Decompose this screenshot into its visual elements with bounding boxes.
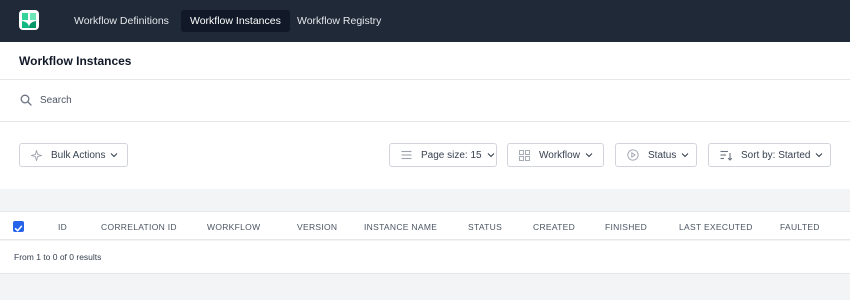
page-title: Workflow Instances <box>19 54 132 68</box>
column-header-version[interactable]: VERSION <box>297 222 337 232</box>
search-icon <box>20 94 32 106</box>
column-header-last-executed[interactable]: LAST EXECUTED <box>679 222 753 232</box>
play-circle-icon <box>627 149 639 161</box>
workflow-filter-button[interactable]: Workflow <box>507 143 604 167</box>
column-header-finished[interactable]: FINISHED <box>605 222 647 232</box>
toolbar: Bulk Actions Page size: 15 Workflow Stat… <box>0 122 850 189</box>
sort-button[interactable]: Sort by: Started <box>708 143 831 167</box>
column-header-correlation-id[interactable]: CORRELATION ID <box>101 222 177 232</box>
chevron-down-icon <box>585 153 593 158</box>
page-size-button[interactable]: Page size: 15 <box>389 143 497 167</box>
nav-workflow-registry[interactable]: Workflow Registry <box>288 10 390 32</box>
chevron-down-icon <box>487 153 494 158</box>
pagination-footer: From 1 to 0 of 0 results <box>0 241 850 274</box>
table-header: ID CORRELATION ID WORKFLOW VERSION INSTA… <box>0 211 850 240</box>
list-icon <box>401 150 412 160</box>
app-logo-icon[interactable] <box>19 10 39 30</box>
search-bar <box>0 80 850 122</box>
column-header-status[interactable]: STATUS <box>468 222 502 232</box>
select-all-checkbox[interactable] <box>13 221 24 232</box>
column-header-id[interactable]: ID <box>58 222 67 232</box>
column-header-created[interactable]: CREATED <box>533 222 575 232</box>
bulk-actions-label: Bulk Actions <box>51 149 106 161</box>
grid-icon <box>519 149 530 161</box>
search-input[interactable] <box>36 90 824 110</box>
sparkle-icon <box>31 149 42 161</box>
checkmark-icon <box>14 225 23 232</box>
chevron-down-icon <box>816 153 823 158</box>
chevron-down-icon <box>681 153 689 158</box>
top-navigation-bar: Workflow Definitions Workflow Instances … <box>0 0 850 42</box>
column-header-instance-name[interactable]: INSTANCE NAME <box>364 222 437 232</box>
sort-icon <box>720 150 732 161</box>
sort-label: Sort by: Started <box>741 149 811 161</box>
status-filter-button[interactable]: Status <box>615 143 697 167</box>
page-size-label: Page size: 15 <box>421 149 482 161</box>
nav-workflow-instances[interactable]: Workflow Instances <box>181 10 290 32</box>
column-header-workflow[interactable]: WORKFLOW <box>207 222 260 232</box>
chevron-down-icon <box>111 153 118 158</box>
column-header-faulted[interactable]: FAULTED <box>780 222 820 232</box>
workflow-filter-label: Workflow <box>539 149 580 161</box>
status-filter-label: Status <box>648 149 677 161</box>
results-summary: From 1 to 0 of 0 results <box>14 252 102 262</box>
page-header: Workflow Instances <box>0 42 850 80</box>
nav-workflow-definitions[interactable]: Workflow Definitions <box>65 10 178 32</box>
bulk-actions-button[interactable]: Bulk Actions <box>19 143 128 167</box>
